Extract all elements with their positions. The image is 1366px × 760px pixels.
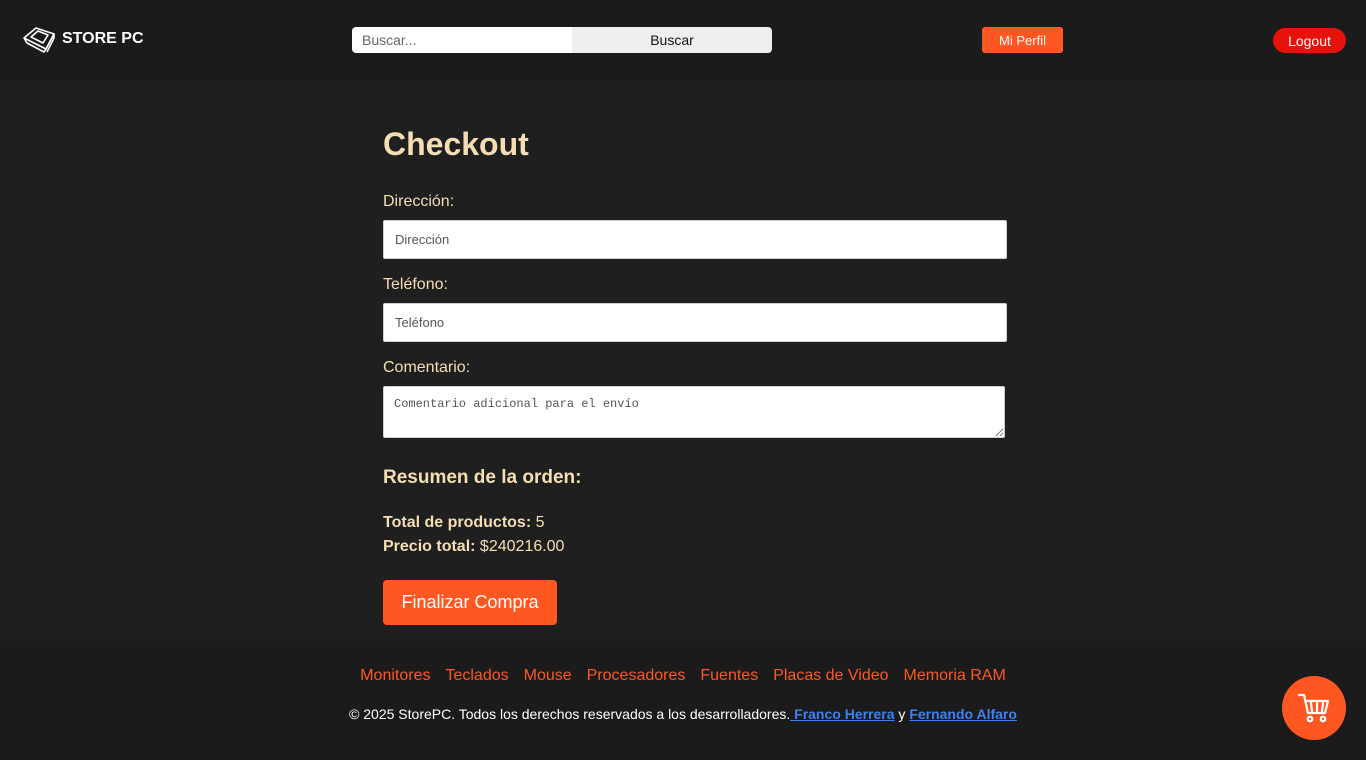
author-link-franco[interactable]: Franco Herrera [790, 706, 894, 722]
footer-link-placas-de-video[interactable]: Placas de Video [773, 667, 888, 685]
footer-link-mouse[interactable]: Mouse [524, 667, 572, 685]
finish-purchase-button[interactable]: Finalizar Compra [383, 580, 557, 625]
cart-button[interactable] [1282, 676, 1346, 740]
page-title: Checkout [383, 126, 529, 162]
footer-link-memoria-ram[interactable]: Memoria RAM [904, 667, 1006, 685]
top-header: STORE PC Buscar Mi Perfil Logout [0, 0, 1366, 80]
total-price-value: $240216.00 [479, 538, 565, 555]
comment-label: Comentario: [383, 359, 471, 376]
total-price-label: Precio total: [383, 538, 476, 555]
profile-button[interactable]: Mi Perfil [982, 27, 1063, 53]
total-products-line: Total de productos: 5 [383, 514, 545, 532]
footer-link-teclados[interactable]: Teclados [445, 667, 508, 685]
author-conjunction: y [898, 706, 906, 722]
brand-name: STORE PC [62, 30, 144, 47]
shopping-cart-icon [1297, 692, 1331, 724]
logout-button[interactable]: Logout [1273, 28, 1346, 53]
search-button[interactable]: Buscar [572, 27, 772, 53]
search-input[interactable] [352, 27, 572, 53]
author-link-fernando[interactable]: Fernando Alfaro [909, 706, 1017, 722]
brand-logo[interactable]: STORE PC [22, 24, 144, 54]
comment-field[interactable] [383, 386, 1005, 438]
footer-nav: Monitores Teclados Mouse Procesadores Fu… [0, 667, 1366, 685]
copyright: © 2025 StorePC. Todos los derechos reser… [0, 706, 1366, 722]
copyright-text: © 2025 StorePC. Todos los derechos reser… [349, 706, 791, 722]
phone-label: Teléfono: [383, 276, 448, 293]
total-products-value: 5 [535, 514, 545, 531]
total-products-label: Total de productos: [383, 514, 532, 531]
phone-field[interactable] [383, 303, 1007, 342]
footer-link-procesadores[interactable]: Procesadores [587, 667, 686, 685]
keycap-logo-icon [22, 25, 56, 53]
address-label: Dirección: [383, 193, 455, 210]
footer: Monitores Teclados Mouse Procesadores Fu… [0, 641, 1366, 760]
footer-link-monitores[interactable]: Monitores [360, 667, 430, 685]
address-field[interactable] [383, 220, 1007, 259]
total-price-line: Precio total: $240216.00 [383, 538, 564, 556]
footer-link-fuentes[interactable]: Fuentes [700, 667, 758, 685]
order-summary-title: Resumen de la orden: [383, 467, 582, 488]
